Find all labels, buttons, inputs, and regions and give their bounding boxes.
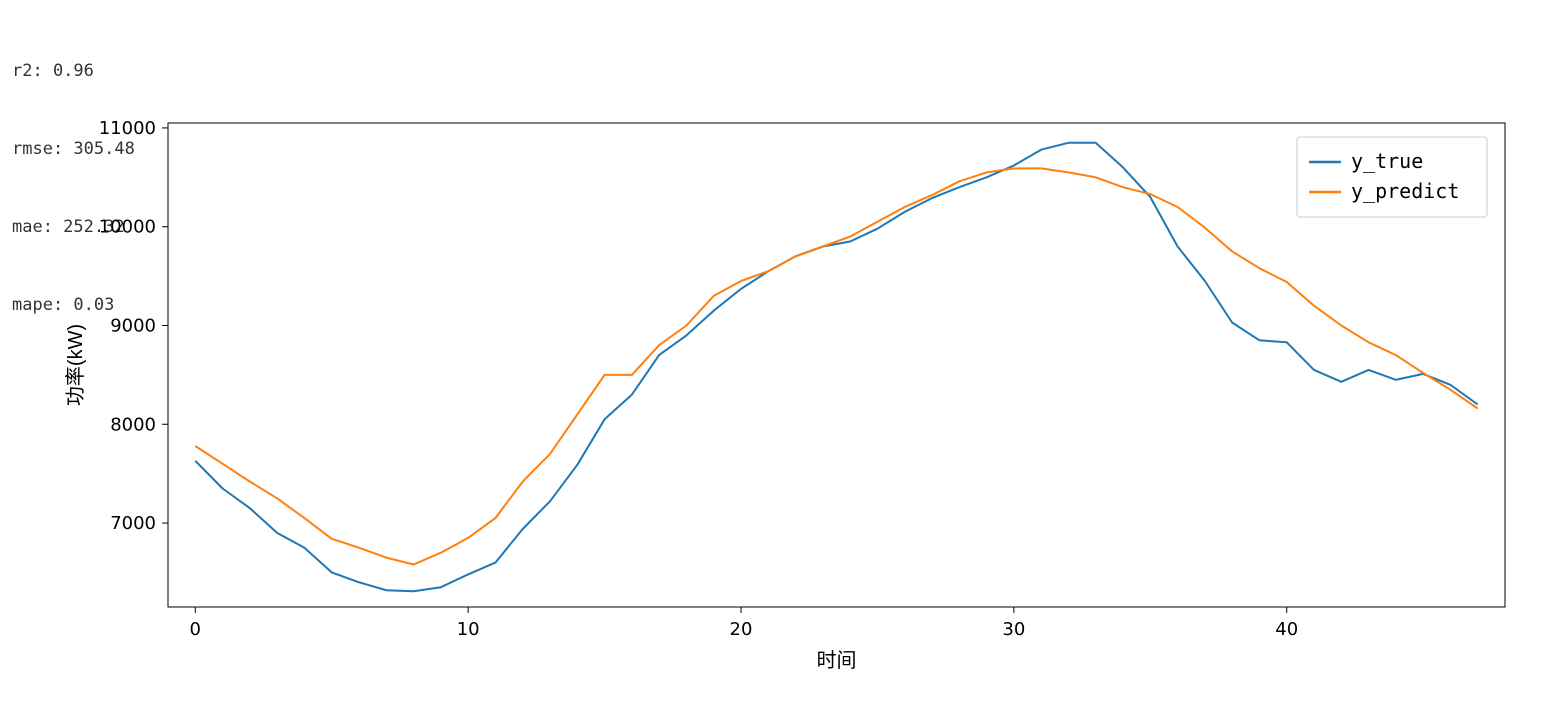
x-tick-label: 40 [1275,619,1298,640]
metric-r2: r2: 0.96 [12,58,135,84]
y-tick-label: 9000 [110,315,156,336]
y-tick-label: 11000 [99,118,156,139]
x-tick-label: 30 [1002,619,1025,640]
x-tick-label: 20 [730,619,753,640]
y-tick-label: 8000 [110,414,156,435]
legend-label: y_predict [1351,179,1459,203]
legend-label: y_true [1351,149,1423,173]
x-axis-label: 时间 [817,649,857,672]
series-y_predict [195,168,1477,564]
legend: y_true y_predict [1297,137,1487,217]
y-tick-label: 7000 [110,513,156,534]
chart-container: 0 10 20 30 40 7000 8000 9000 10000 11000 时间 功率(kW) y… [60,115,1529,669]
line-chart: 0 10 20 30 40 7000 8000 9000 10000 11000 时间 功率(kW) y… [60,115,1529,675]
x-tick-label: 0 [190,619,201,640]
x-tick-label: 10 [457,619,480,640]
y-axis-label: 功率(kW) [64,324,87,406]
y-tick-label: 10000 [99,217,156,238]
series-y_true [195,143,1477,591]
